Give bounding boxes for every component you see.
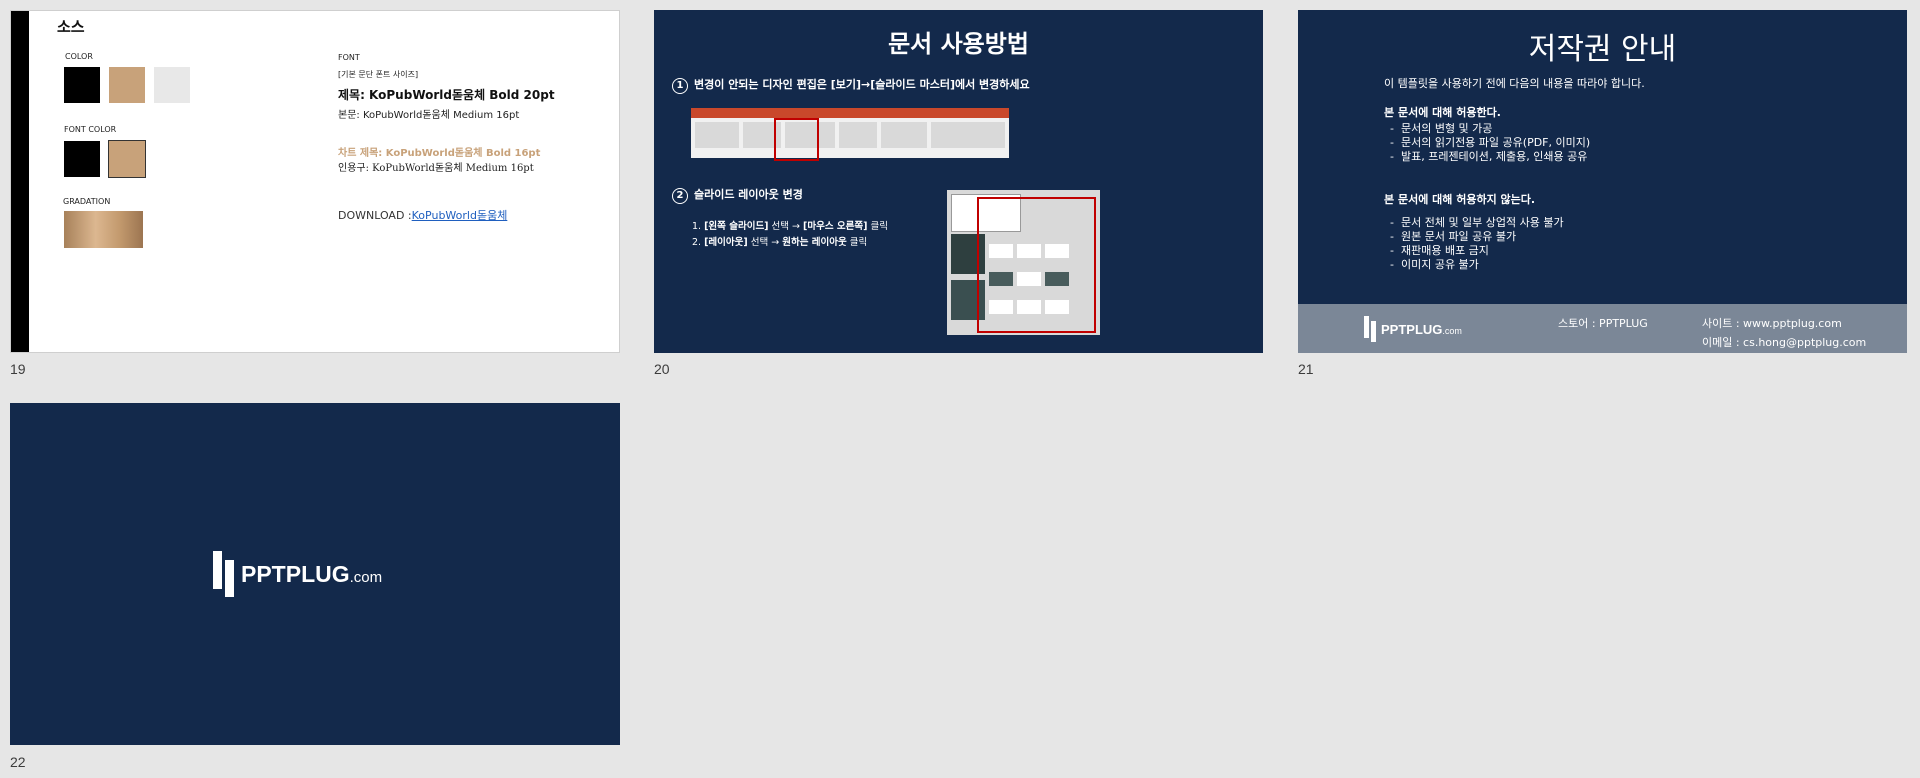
slide-title: 문서 사용방법: [888, 30, 1029, 58]
slide-number-22: 22: [10, 754, 26, 770]
list-item: - 원본 문서 파일 공유 불가: [1390, 230, 1517, 243]
allowed-heading: 본 문서에 대해 허용한다.: [1384, 106, 1501, 119]
color-swatch-black: [64, 67, 100, 103]
color-swatch-light-gray: [154, 67, 190, 103]
logo-mark-icon: [1364, 316, 1378, 342]
ribbon-tab-bar: [691, 108, 1009, 118]
font-label: FONT: [338, 53, 360, 62]
step-2-number: 2: [672, 188, 688, 204]
ribbon-group: [881, 122, 927, 148]
body-font-spec: 본문: KoPubWorld돋움체 Medium 16pt: [338, 110, 520, 121]
color-swatch-tan: [109, 67, 145, 103]
footer-bar: PPTPLUG .com 스토어 : PPTPLUG 사이트 : www.ppt…: [1298, 304, 1907, 353]
highlight-box: [774, 118, 819, 161]
highlight-box: [977, 197, 1096, 333]
pptplug-logo: PPTPLUG .com: [1364, 316, 1462, 342]
chart-title-font-spec: 차트 제목: KoPubWorld돋움체 Bold 16pt: [338, 148, 541, 159]
step-2: 2 슬라이드 레이아웃 변경: [672, 186, 803, 204]
slide-title: 저작권 안내: [1528, 32, 1677, 67]
gradation-swatch: [64, 211, 143, 248]
sub-step-2: 2. [레이아웃] 선택 → 원하는 레이아웃 클릭: [692, 237, 868, 248]
download-link[interactable]: KoPubWorld돋움체: [412, 209, 508, 222]
logo-mark-icon: [213, 551, 237, 597]
step-2-text: 슬라이드 레이아웃 변경: [694, 188, 803, 201]
sub-step-1: 1. [왼쪽 슬라이드] 선택 → [마우스 오른쪽] 클릭: [692, 221, 888, 232]
store-text: 스토어 : PPTPLUG: [1558, 317, 1648, 330]
download-row: DOWNLOAD :KoPubWorld돋움체: [338, 207, 507, 223]
denied-heading: 본 문서에 대해 허용하지 않는다.: [1384, 193, 1536, 206]
step-1-number: 1: [672, 78, 688, 94]
font-color-swatch-black: [64, 141, 100, 177]
list-item: - 문서 전체 및 일부 상업적 사용 불가: [1390, 216, 1564, 229]
slide-thumbnail-19[interactable]: 소스 COLOR FONT COLOR GRADATION FONT [기본 문…: [10, 10, 620, 353]
list-item: - 문서의 변형 및 가공: [1390, 122, 1493, 135]
left-black-bar: [11, 11, 29, 352]
color-label: COLOR: [65, 52, 93, 61]
font-color-swatch-tan: [108, 140, 146, 178]
slide-thumbnail-21[interactable]: 저작권 안내 이 템플릿을 사용하기 전에 다음의 내용을 따라야 합니다. 본…: [1298, 10, 1907, 353]
step-1: 1 변경이 안되는 디자인 편집은 [보기]→[슬라이드 마스터]에서 변경하세요: [672, 76, 1030, 94]
slide-thumbnail-22[interactable]: PPTPLUG .com: [10, 403, 620, 745]
list-item: - 재판매용 배포 금지: [1390, 244, 1489, 257]
allowed-list: - 문서의 변형 및 가공 - 문서의 읽기전용 파일 공유(PDF, 이미지)…: [1390, 122, 1590, 164]
gradation-label: GRADATION: [63, 197, 111, 206]
slide-number-20: 20: [654, 361, 670, 377]
ribbon-screenshot: [691, 108, 1009, 158]
slide-number-21: 21: [1298, 361, 1314, 377]
slide-number-19: 19: [10, 361, 26, 377]
ribbon-group: [931, 122, 1005, 148]
pptplug-logo: PPTPLUG .com: [213, 551, 382, 597]
intro-text: 이 템플릿을 사용하기 전에 다음의 내용을 따라야 합니다.: [1384, 77, 1645, 90]
denied-list: - 문서 전체 및 일부 상업적 사용 불가 - 원본 문서 파일 공유 불가 …: [1390, 216, 1564, 272]
font-color-label: FONT COLOR: [64, 125, 117, 134]
font-size-subtitle: [기본 문단 폰트 사이즈]: [338, 70, 419, 79]
list-item: - 문서의 읽기전용 파일 공유(PDF, 이미지): [1390, 136, 1591, 149]
list-item: - 이미지 공유 불가: [1390, 258, 1479, 271]
slide-title: 소스: [57, 18, 85, 36]
quote-font-spec: 인용구: KoPubWorld돋움체 Medium 16pt: [338, 163, 534, 174]
step-1-text: 변경이 안되는 디자인 편집은 [보기]→[슬라이드 마스터]에서 변경하세요: [694, 78, 1030, 91]
ribbon-group: [839, 122, 877, 148]
site-text: 사이트 : www.pptplug.com: [1702, 317, 1842, 330]
email-text: 이메일 : cs.hong@pptplug.com: [1702, 336, 1867, 349]
download-label: DOWNLOAD :: [338, 209, 412, 222]
ribbon-group: [695, 122, 739, 148]
slide-thumbnail-20[interactable]: 문서 사용방법 1 변경이 안되는 디자인 편집은 [보기]→[슬라이드 마스터]…: [654, 10, 1263, 353]
list-item: - 발표, 프레젠테이션, 제출용, 인쇄용 공유: [1390, 150, 1588, 163]
title-font-spec: 제목: KoPubWorld돋움체 Bold 20pt: [338, 88, 555, 102]
